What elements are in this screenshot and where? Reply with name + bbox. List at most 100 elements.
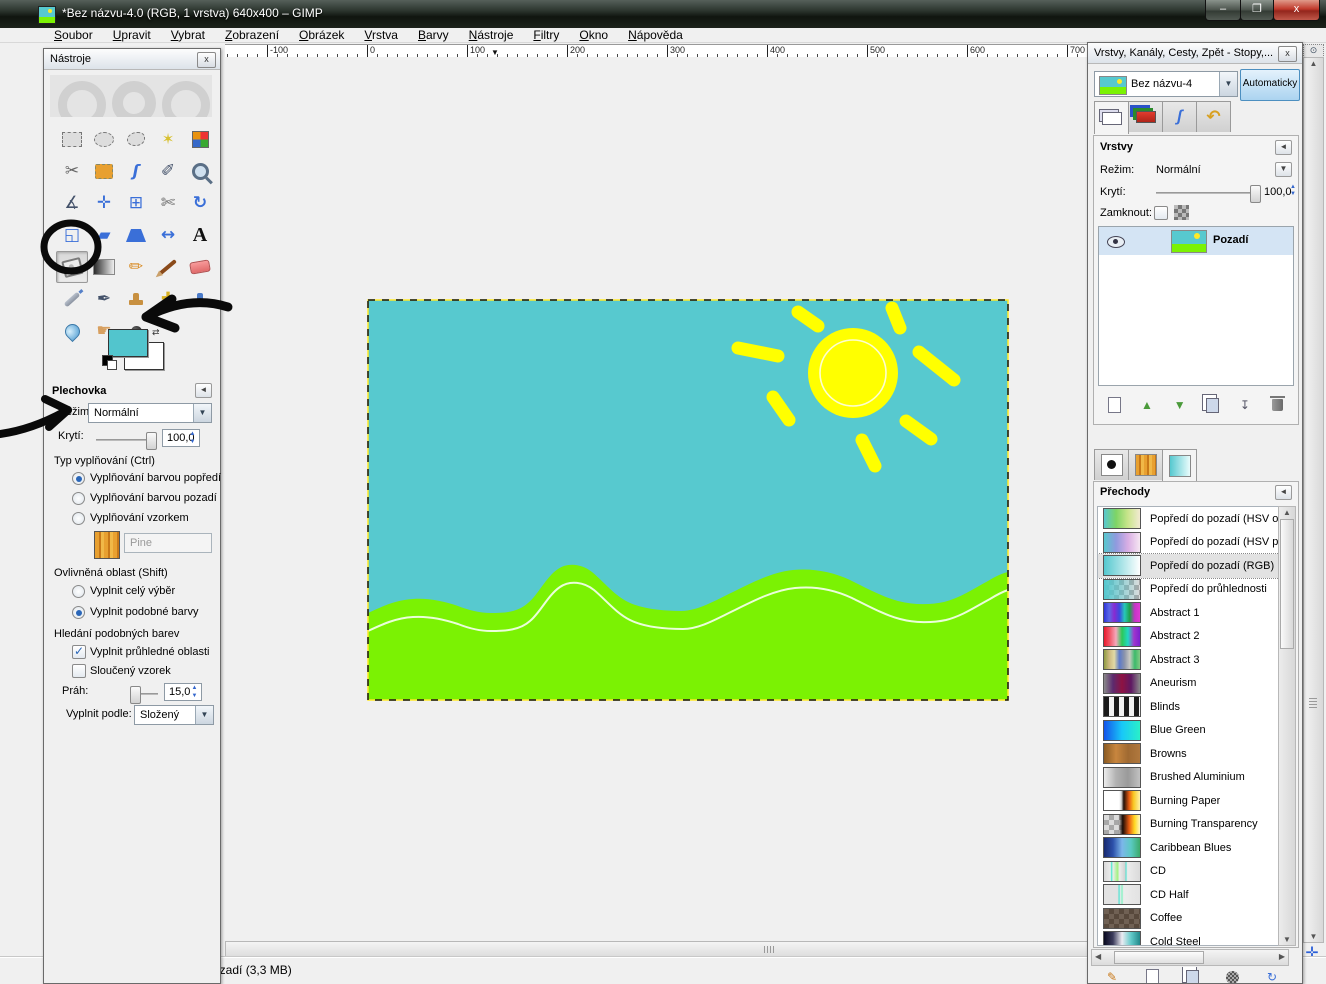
- gradient-row[interactable]: Popředí do pozadí (HSV proti sr: [1098, 531, 1281, 555]
- opacity-spinner[interactable]: 100,0 ▲▼: [162, 429, 200, 447]
- close-button[interactable]: x: [1273, 0, 1320, 21]
- anchor-layer-button[interactable]: ↧: [1232, 395, 1258, 415]
- gradient-row[interactable]: Browns: [1098, 742, 1281, 766]
- image-selector[interactable]: Bez názvu-4 ▼: [1094, 71, 1238, 97]
- tool-rotate[interactable]: ↻: [184, 187, 216, 219]
- tool-paintbrush[interactable]: [152, 251, 184, 283]
- chevron-down-icon[interactable]: ▼: [195, 706, 213, 724]
- delete-layer-button[interactable]: [1265, 395, 1291, 415]
- menu-nástroje[interactable]: Nástroje: [465, 28, 518, 43]
- tool-blur[interactable]: [56, 315, 88, 347]
- gradient-row[interactable]: Brushed Aluminium: [1098, 766, 1281, 790]
- tool-color-picker[interactable]: ✐: [152, 155, 184, 187]
- layer-row[interactable]: Pozadí: [1099, 227, 1293, 255]
- visibility-eye-icon[interactable]: [1107, 236, 1125, 248]
- swap-colors-icon[interactable]: ⇄: [152, 327, 160, 338]
- menu-soubor[interactable]: Soubor: [50, 28, 97, 43]
- lock-alpha-checkbox[interactable]: [1154, 206, 1168, 220]
- tab-channels[interactable]: [1128, 101, 1163, 132]
- menu-nápověda[interactable]: Nápověda: [624, 28, 687, 43]
- zoom-follow-window-icon[interactable]: ⊙: [1303, 44, 1324, 58]
- raise-layer-button[interactable]: ▲: [1134, 395, 1160, 415]
- dock-close-icon[interactable]: x: [1278, 46, 1297, 62]
- gradient-row[interactable]: Popředí do průhlednosti: [1098, 578, 1281, 602]
- duplicate-gradient-button[interactable]: [1179, 967, 1205, 983]
- tab-gradients[interactable]: [1162, 449, 1197, 482]
- tool-bucket-fill[interactable]: [56, 251, 88, 283]
- tool-flip[interactable]: ↔: [152, 219, 184, 251]
- mode-select[interactable]: Normální ▼: [88, 403, 212, 423]
- radio-fill-whole[interactable]: [72, 585, 85, 598]
- tool-align[interactable]: ⊞: [120, 187, 152, 219]
- gradient-row[interactable]: CD: [1098, 860, 1281, 884]
- tool-fuzzy-select[interactable]: ✶: [152, 123, 184, 155]
- radio-fill-similar[interactable]: [72, 606, 85, 619]
- fill-by-select[interactable]: Složený ▼: [134, 705, 214, 725]
- toolbox-title[interactable]: Nástroje: [44, 49, 220, 70]
- tool-text[interactable]: A: [184, 219, 216, 251]
- menu-filtry[interactable]: Filtry: [529, 28, 563, 43]
- checkbox-sample-merged[interactable]: [72, 664, 86, 678]
- tool-clone[interactable]: [120, 283, 152, 315]
- gradient-row[interactable]: Abstract 2: [1098, 625, 1281, 649]
- layer-mode-select[interactable]: ▼: [1275, 162, 1292, 177]
- gradients-menu-icon[interactable]: ◄: [1275, 485, 1292, 500]
- menu-upravit[interactable]: Upravit: [109, 28, 155, 43]
- gradient-row[interactable]: Blue Green: [1098, 719, 1281, 743]
- tool-airbrush[interactable]: [56, 283, 88, 315]
- spinner-arrows-icon[interactable]: ▲▼: [187, 430, 198, 446]
- tool-ink[interactable]: ✒: [88, 283, 120, 315]
- toolbox-close-icon[interactable]: x: [197, 52, 216, 68]
- checkbox-fill-transparent[interactable]: [72, 645, 86, 659]
- layers-menu-icon[interactable]: ◄: [1275, 140, 1292, 155]
- tool-crop[interactable]: ✄: [152, 187, 184, 219]
- gradient-row[interactable]: Abstract 1: [1098, 601, 1281, 625]
- tab-undo-history[interactable]: ↶: [1196, 101, 1231, 132]
- menu-barvy[interactable]: Barvy: [414, 28, 453, 43]
- foreground-color-swatch[interactable]: [108, 329, 148, 357]
- tool-measure[interactable]: ∡: [56, 187, 88, 219]
- tab-patterns[interactable]: [1128, 449, 1163, 480]
- gradient-row[interactable]: Coffee: [1098, 907, 1281, 931]
- gradient-row[interactable]: Popředí do pozadí (HSV odstín p: [1098, 507, 1281, 531]
- spinner-arrows-icon[interactable]: ▲▼: [189, 684, 200, 700]
- tool-scissors-select[interactable]: ✂: [56, 155, 88, 187]
- duplicate-layer-button[interactable]: [1199, 395, 1225, 415]
- gradient-row[interactable]: Caribbean Blues: [1098, 836, 1281, 860]
- new-gradient-button[interactable]: [1139, 967, 1165, 983]
- gradient-row[interactable]: Aneurism: [1098, 672, 1281, 696]
- tool-perspective-clone[interactable]: [184, 283, 216, 315]
- menu-zobrazení[interactable]: Zobrazení: [221, 28, 283, 43]
- auto-follow-button[interactable]: Automaticky: [1240, 69, 1300, 101]
- spinner-arrows-icon[interactable]: ▲▼: [1290, 184, 1296, 198]
- gradient-row[interactable]: Cold Steel: [1098, 930, 1281, 946]
- layer-opacity-slider[interactable]: [1156, 192, 1258, 194]
- threshold-spinner[interactable]: 15,0 ▲▼: [164, 683, 202, 701]
- refresh-gradients-button[interactable]: ↻: [1259, 967, 1285, 983]
- gradient-hscrollbar[interactable]: ◀ ▶: [1091, 949, 1289, 966]
- tool-free-select[interactable]: [120, 123, 152, 155]
- gradient-row[interactable]: Abstract 3: [1098, 648, 1281, 672]
- tool-shear[interactable]: ▰: [88, 219, 120, 251]
- tool-foreground-select[interactable]: [88, 155, 120, 187]
- restore-button[interactable]: ❐: [1240, 0, 1274, 21]
- threshold-slider[interactable]: [132, 693, 158, 695]
- chevron-down-icon[interactable]: ▼: [1219, 72, 1237, 96]
- menu-okno[interactable]: Okno: [575, 28, 612, 43]
- gradient-row[interactable]: Popředí do pozadí (RGB): [1098, 554, 1281, 578]
- tab-brushes[interactable]: [1094, 449, 1129, 480]
- tool-rect-select[interactable]: [56, 123, 88, 155]
- tool-move[interactable]: ✛: [88, 187, 120, 219]
- new-layer-button[interactable]: [1101, 395, 1127, 415]
- tool-select-by-color[interactable]: [184, 123, 216, 155]
- menu-vrstva[interactable]: Vrstva: [360, 28, 402, 43]
- gradient-row[interactable]: Burning Transparency: [1098, 813, 1281, 837]
- tool-pencil[interactable]: ✏: [120, 251, 152, 283]
- tab-paths[interactable]: ʃ: [1162, 101, 1197, 132]
- tool-paths[interactable]: ʃ: [120, 155, 152, 187]
- radio-fill-fg[interactable]: [72, 472, 85, 485]
- gradient-row[interactable]: CD Half: [1098, 883, 1281, 907]
- lower-layer-button[interactable]: ▼: [1167, 395, 1193, 415]
- gradient-vscrollbar[interactable]: ▲ ▼: [1278, 506, 1296, 946]
- chevron-down-icon[interactable]: ▼: [193, 404, 211, 422]
